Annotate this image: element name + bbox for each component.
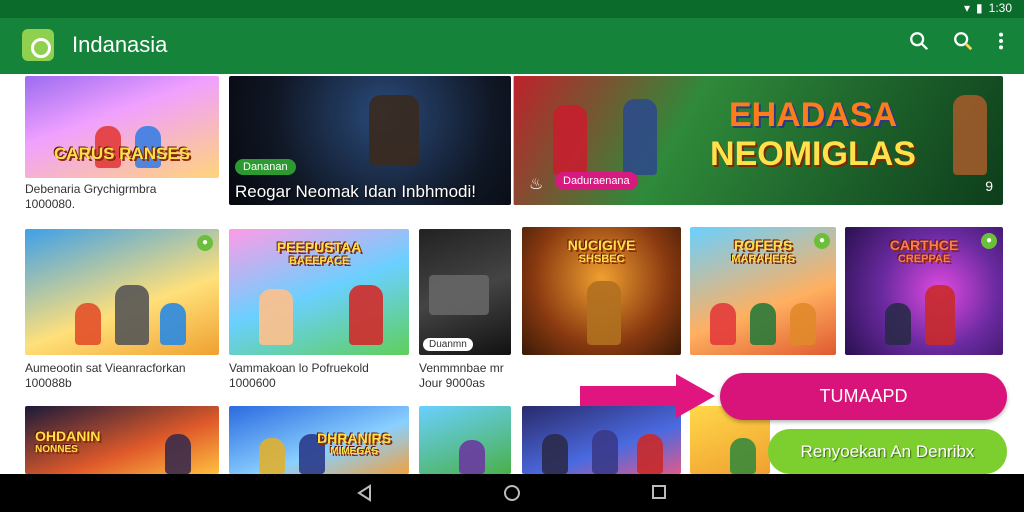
- app-bar: Indanasia: [0, 18, 1024, 74]
- title-line: SHSBEC: [578, 253, 625, 265]
- title-line: NONNES: [35, 444, 78, 455]
- status-icons: ▾ ▮ 1:30: [964, 1, 1012, 15]
- character-figure: [75, 303, 101, 345]
- app-title: Indanasia: [72, 32, 168, 57]
- tile-label: Duanmn: [423, 338, 473, 351]
- battery-icon: ▮: [976, 1, 983, 15]
- character-figure: [115, 285, 149, 345]
- title-line: ROFERS: [733, 237, 793, 253]
- search-icon[interactable]: [908, 30, 930, 52]
- caption-line: Venmmnbae mr: [419, 361, 504, 375]
- tile-badge: Dananan: [235, 159, 296, 175]
- more-vert-icon[interactable]: [996, 30, 1006, 52]
- tile-badge: Daduraenana: [555, 172, 638, 190]
- game-caption: Vammakoan lo Pofruekold 1000600: [229, 361, 409, 391]
- character-figure: [623, 99, 657, 175]
- caption-line: Vammakoan lo Pofruekold: [229, 361, 369, 375]
- game-tile-dhranirs[interactable]: DHRANIRS MIMEGAS: [229, 406, 409, 474]
- game-title: CARUS RANSES: [53, 144, 191, 163]
- back-icon[interactable]: [356, 484, 374, 502]
- character-figure: [369, 95, 419, 165]
- character-figure: [953, 95, 987, 175]
- app-logo-icon: [22, 29, 54, 61]
- banner-text: Reogar Neomak Idan Inbhmodi!: [235, 182, 476, 201]
- home-icon[interactable]: [504, 485, 520, 501]
- character-figure: [885, 303, 911, 345]
- caption-line: Jour 9000as: [419, 376, 486, 390]
- character-figure: [259, 438, 285, 474]
- app-actions: [908, 30, 1006, 52]
- game-tile-nucigive[interactable]: NUCIGIVE SHSBEC: [522, 227, 681, 355]
- character-figure: [710, 303, 736, 345]
- lightbulb-icon: ♨: [529, 176, 544, 193]
- recent-apps-icon[interactable]: [652, 485, 666, 499]
- character-figure: [459, 440, 485, 474]
- game-tile-ohdanin[interactable]: OHDANIN NONNES: [25, 406, 219, 474]
- title-line: OHDANIN: [35, 428, 101, 444]
- caption-line: Debenaria Grychigrmbra: [25, 182, 157, 196]
- character-figure: [553, 105, 587, 175]
- caption-line: 100088b: [25, 376, 72, 390]
- character-figure: [587, 281, 621, 345]
- title-line: MIMEGAS: [330, 446, 378, 457]
- game-tile-device[interactable]: Duanmn: [419, 229, 511, 355]
- title-line: CREPPAE: [897, 253, 951, 265]
- game-title: DHRANIRS MIMEGAS: [309, 430, 399, 457]
- game-tile-carus[interactable]: CARUS RANSES: [25, 76, 219, 178]
- title-line: NUCIGIVE: [567, 237, 636, 253]
- game-title: OHDANIN NONNES: [35, 428, 209, 455]
- banner-tile-featured[interactable]: EHADASA NEOMIGLAS ♨ Daduraenana 9: [513, 76, 1003, 205]
- game-title: EHADASA NEOMIGLAS: [683, 96, 943, 174]
- character-figure: [542, 434, 568, 474]
- character-figure: [730, 438, 756, 474]
- game-caption: Debenaria Grychigrmbra 1000080.: [25, 182, 219, 212]
- title-line: EHADASA: [728, 96, 898, 134]
- character-figure: [750, 303, 776, 345]
- character-figure: [160, 303, 186, 345]
- title-line: PEEPUSTAA: [276, 239, 362, 255]
- game-tile-heroes[interactable]: ●: [25, 229, 219, 355]
- status-bar: ▾ ▮ 1:30: [0, 0, 1024, 18]
- game-tile-rofers[interactable]: ROFERS MARAHERS ●: [690, 227, 836, 355]
- badge-icon: ●: [981, 233, 997, 249]
- title-line: BAEEPACE: [288, 255, 350, 267]
- character-figure: [259, 289, 293, 345]
- character-figure: [925, 285, 955, 345]
- search-alt-icon[interactable]: [952, 30, 974, 52]
- character-figure: [349, 285, 383, 345]
- content-grid: CARUS RANSES Debenaria Grychigrmbra 1000…: [0, 74, 1024, 474]
- game-caption: Aumeootin sat Vieanracforkan 100088b: [25, 361, 219, 391]
- character-figure: [790, 303, 816, 345]
- character-figure: [592, 430, 618, 474]
- primary-action-button[interactable]: TUMAAPD: [720, 373, 1007, 420]
- game-title: NUCIGIVE SHSBEC: [532, 237, 671, 265]
- arrow-right-icon: [580, 374, 715, 418]
- content-divider: [512, 74, 514, 474]
- title-line: NEOMIGLAS: [710, 135, 916, 173]
- game-title: PEEPUSTAA BAEEPACE: [239, 239, 399, 267]
- badge-icon: ●: [197, 235, 213, 251]
- system-nav-bar: [0, 474, 1024, 512]
- game-tile-jet[interactable]: [419, 406, 511, 474]
- game-title: CARTHCE CREPPAE: [855, 237, 993, 265]
- caption-line: 1000600: [229, 376, 276, 390]
- badge-icon: ●: [814, 233, 830, 249]
- device-figure: [429, 275, 489, 315]
- caption-line: Aumeootin sat Vieanracforkan: [25, 361, 186, 375]
- title-line: DHRANIRS: [317, 430, 391, 446]
- caption-line: 1000080.: [25, 197, 76, 211]
- banner-count: 9: [985, 178, 993, 194]
- secondary-action-button[interactable]: Renyoekan An Denribx: [768, 429, 1007, 474]
- title-line: CARTHCE: [889, 237, 959, 253]
- game-title: ROFERS MARAHERS: [700, 237, 826, 265]
- status-time: 1:30: [988, 1, 1012, 15]
- title-line: MARAHERS: [731, 253, 795, 265]
- wifi-icon: ▾: [964, 1, 971, 15]
- game-tile-carthce[interactable]: CARTHCE CREPPAE ●: [845, 227, 1003, 355]
- banner-tile-dark[interactable]: Dananan Reogar Neomak Idan Inbhmodi!: [229, 76, 511, 205]
- game-caption: Venmmnbae mr Jour 9000as: [419, 361, 511, 391]
- game-tile-peepustaa[interactable]: PEEPUSTAA BAEEPACE: [229, 229, 409, 355]
- character-figure: [637, 434, 663, 474]
